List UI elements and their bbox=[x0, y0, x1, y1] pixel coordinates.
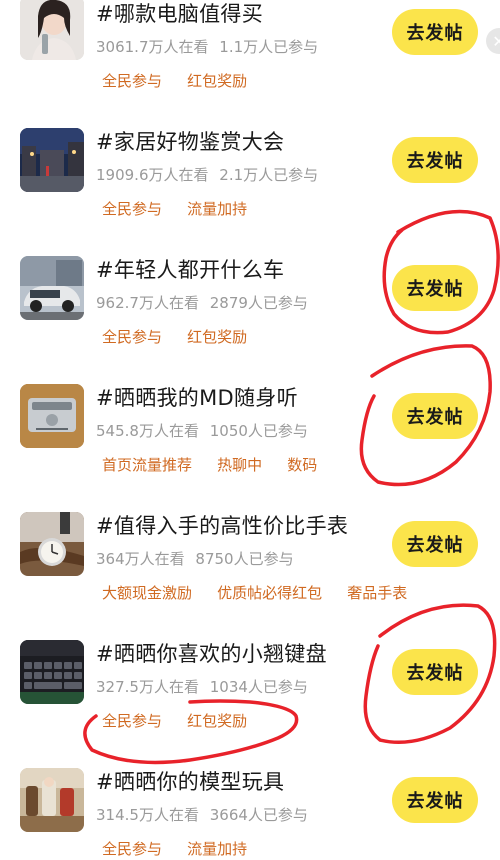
go-post-button[interactable]: 去发帖 bbox=[392, 9, 478, 55]
participant-count: 3664人已参与 bbox=[209, 806, 308, 824]
viewer-count: 3061.7万人在看 bbox=[96, 38, 209, 56]
go-post-button[interactable]: 去发帖 bbox=[392, 265, 478, 311]
topic-stats: 3061.7万人在看 1.1万人已参与 bbox=[96, 36, 318, 57]
topic-title[interactable]: #晒晒我的MD随身听 bbox=[96, 382, 298, 412]
participant-count: 1050人已参与 bbox=[209, 422, 308, 440]
participant-count: 1.1万人已参与 bbox=[219, 38, 319, 56]
md-player-image bbox=[20, 384, 84, 448]
topic-tags: 首页流量推荐 热聊中 数码 bbox=[102, 454, 337, 476]
topic-title[interactable]: #年轻人都开什么车 bbox=[96, 254, 284, 284]
viewer-count: 327.5万人在看 bbox=[96, 678, 199, 696]
topic-tag: 全民参与 bbox=[102, 328, 163, 346]
go-post-button[interactable]: 去发帖 bbox=[392, 137, 478, 183]
topic-thumbnail[interactable] bbox=[20, 384, 84, 448]
topic-tag: 红包奖励 bbox=[187, 328, 248, 346]
topic-stats: 1909.6万人在看 2.1万人已参与 bbox=[96, 164, 318, 185]
go-post-button[interactable]: 去发帖 bbox=[392, 649, 478, 695]
viewer-count: 364万人在看 bbox=[96, 550, 185, 568]
topic-stats: 962.7万人在看 2879人已参与 bbox=[96, 292, 308, 313]
viewer-count: 545.8万人在看 bbox=[96, 422, 199, 440]
topic-tag: 全民参与 bbox=[102, 72, 163, 90]
topic-stats: 314.5万人在看 3664人已参与 bbox=[96, 804, 308, 825]
topic-thumbnail[interactable] bbox=[20, 640, 84, 704]
topic-tags: 全民参与 红包奖励 bbox=[102, 70, 267, 92]
topic-tag: 红包奖励 bbox=[187, 712, 248, 730]
topic-tag: 全民参与 bbox=[102, 200, 163, 218]
topic-title[interactable]: #值得入手的高性价比手表 bbox=[96, 510, 348, 540]
topic-tag: 流量加持 bbox=[187, 840, 248, 858]
topic-title[interactable]: #晒晒你的模型玩具 bbox=[96, 766, 284, 796]
topic-tag: 大额现金激励 bbox=[102, 584, 193, 602]
topic-tag: 首页流量推荐 bbox=[102, 456, 193, 474]
viewer-count: 962.7万人在看 bbox=[96, 294, 199, 312]
go-post-button[interactable]: 去发帖 bbox=[392, 777, 478, 823]
woman-portrait-image bbox=[20, 0, 84, 60]
topic-stats: 545.8万人在看 1050人已参与 bbox=[96, 420, 308, 441]
topic-tag: 流量加持 bbox=[187, 200, 248, 218]
participant-count: 1034人已参与 bbox=[209, 678, 308, 696]
viewer-count: 314.5万人在看 bbox=[96, 806, 199, 824]
toy-models-image bbox=[20, 768, 84, 832]
topic-item[interactable]: #晒晒你的模型玩具 314.5万人在看 3664人已参与 全民参与 流量加持 去… bbox=[0, 766, 500, 858]
topic-stats: 327.5万人在看 1034人已参与 bbox=[96, 676, 308, 697]
topic-item[interactable]: #晒晒我的MD随身听 545.8万人在看 1050人已参与 首页流量推荐 热聊中… bbox=[0, 384, 500, 512]
topic-tag: 全民参与 bbox=[102, 840, 163, 858]
topic-item[interactable]: #家居好物鉴赏大会 1909.6万人在看 2.1万人已参与 全民参与 流量加持 … bbox=[0, 128, 500, 256]
topic-tag: 热聊中 bbox=[217, 456, 263, 474]
street-night-image bbox=[20, 128, 84, 192]
topic-tags: 全民参与 流量加持 bbox=[102, 198, 267, 220]
topic-tag: 红包奖励 bbox=[187, 72, 248, 90]
topic-tags: 全民参与 流量加持 bbox=[102, 838, 267, 860]
topic-tags: 大额现金激励 优质帖必得红包 奢品手表 bbox=[102, 582, 427, 604]
topic-item[interactable]: #年轻人都开什么车 962.7万人在看 2879人已参与 全民参与 红包奖励 去… bbox=[0, 256, 500, 384]
topic-tags: 全民参与 红包奖励 bbox=[102, 710, 267, 732]
topic-tag: 优质帖必得红包 bbox=[217, 584, 323, 602]
close-icon[interactable]: ✕ bbox=[486, 28, 500, 54]
car-image bbox=[20, 256, 84, 320]
viewer-count: 1909.6万人在看 bbox=[96, 166, 209, 184]
participant-count: 8750人已参与 bbox=[195, 550, 294, 568]
topic-thumbnail[interactable] bbox=[20, 768, 84, 832]
topic-tag: 数码 bbox=[287, 456, 318, 474]
topic-tag: 奢品手表 bbox=[347, 584, 408, 602]
keyboard-image bbox=[20, 640, 84, 704]
go-post-button[interactable]: 去发帖 bbox=[392, 393, 478, 439]
topic-tags: 全民参与 红包奖励 bbox=[102, 326, 267, 348]
topic-stats: 364万人在看 8750人已参与 bbox=[96, 548, 294, 569]
topic-title[interactable]: #家居好物鉴赏大会 bbox=[96, 126, 284, 156]
topic-thumbnail[interactable] bbox=[20, 0, 84, 60]
topic-item[interactable]: #晒晒你喜欢的小翘键盘 327.5万人在看 1034人已参与 全民参与 红包奖励… bbox=[0, 640, 500, 768]
participant-count: 2.1万人已参与 bbox=[219, 166, 319, 184]
topic-thumbnail[interactable] bbox=[20, 128, 84, 192]
topic-title[interactable]: #哪款电脑值得买 bbox=[96, 0, 263, 28]
go-post-button[interactable]: 去发帖 bbox=[392, 521, 478, 567]
watch-image bbox=[20, 512, 84, 576]
participant-count: 2879人已参与 bbox=[209, 294, 308, 312]
topic-title[interactable]: #晒晒你喜欢的小翘键盘 bbox=[96, 638, 327, 668]
topic-thumbnail[interactable] bbox=[20, 512, 84, 576]
topic-thumbnail[interactable] bbox=[20, 256, 84, 320]
topic-item[interactable]: #哪款电脑值得买 3061.7万人在看 1.1万人已参与 全民参与 红包奖励 去… bbox=[0, 0, 500, 128]
topic-tag: 全民参与 bbox=[102, 712, 163, 730]
topic-item[interactable]: #值得入手的高性价比手表 364万人在看 8750人已参与 大额现金激励 优质帖… bbox=[0, 512, 500, 640]
